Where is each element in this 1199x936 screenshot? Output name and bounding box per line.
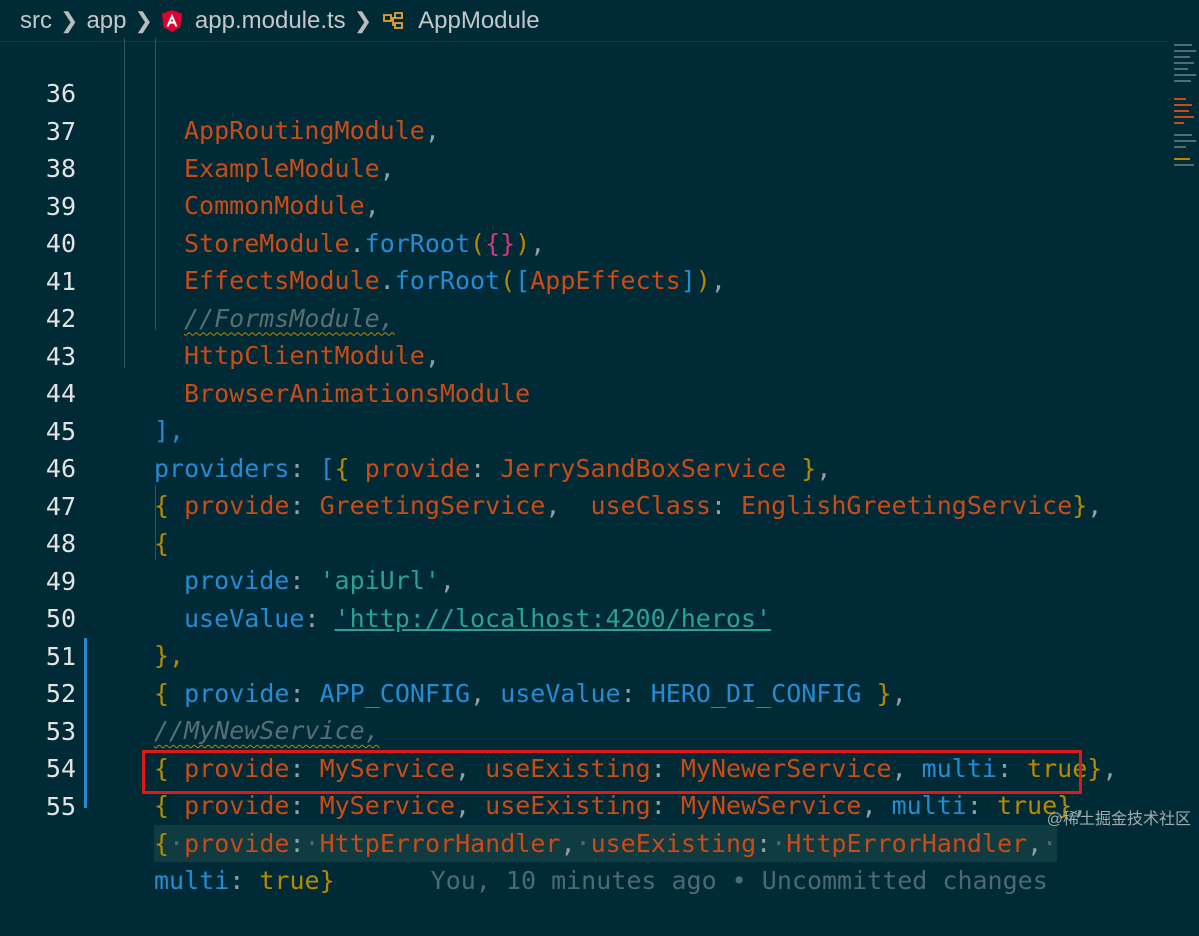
chevron-right-icon: ❯ xyxy=(134,7,153,33)
minimap-line xyxy=(1174,158,1190,160)
minimap-line xyxy=(1174,164,1194,166)
code-line: 44 ], xyxy=(0,338,1168,445)
breadcrumb-item-src[interactable]: src xyxy=(20,7,52,35)
highlight-box xyxy=(142,750,1082,794)
minimap-line xyxy=(1174,56,1190,58)
minimap-line xyxy=(1174,62,1194,64)
code-line: 38 CommonModule, xyxy=(0,113,1168,220)
chevron-right-icon: ❯ xyxy=(60,7,79,33)
code-line: 53 { provide: MyService, useExisting: My… xyxy=(0,676,1168,783)
code-line: 46 { provide: GreetingService, useClass:… xyxy=(0,413,1168,520)
breadcrumb-item-app[interactable]: app xyxy=(86,7,126,35)
code-line: 43 BrowserAnimationsModule xyxy=(0,301,1168,408)
code-line: 42 HttpClientModule, xyxy=(0,263,1168,370)
identifier: HttpErrorHandler xyxy=(786,828,1028,858)
watermark: @稀土掘金技术社区 xyxy=(1046,811,1191,828)
property-key: provide xyxy=(184,828,290,858)
code-line: 49 useValue: 'http://localhost:4200/hero… xyxy=(0,526,1168,633)
code-line: 54 { provide: MyService, useExisting: My… xyxy=(0,713,1168,820)
minimap-line xyxy=(1174,104,1192,106)
property-key: multi xyxy=(154,866,230,895)
code-line: 36 AppRoutingModule, xyxy=(0,38,1168,145)
code-line: 41 //FormsModule, xyxy=(0,226,1168,333)
code-line: 37 ExampleModule, xyxy=(0,76,1168,183)
minimap-line xyxy=(1174,80,1191,82)
minimap-line xyxy=(1174,116,1194,118)
code-line: 52 //MyNewService, xyxy=(0,638,1168,745)
property-key: useExisting xyxy=(590,828,757,858)
code-line: 39 StoreModule.forRoot({}), xyxy=(0,151,1168,258)
minimap[interactable] xyxy=(1168,38,1199,837)
angular-icon xyxy=(161,9,183,32)
minimap-line xyxy=(1174,68,1188,70)
boolean-literal: true xyxy=(259,866,320,895)
minimap-line xyxy=(1174,140,1196,142)
code-line: 45 providers: [{ provide: JerrySandBoxSe… xyxy=(0,376,1168,483)
minimap-line xyxy=(1174,74,1196,76)
breadcrumb: src ❯ app ❯ app.module.ts ❯ AppModule xyxy=(0,0,1199,42)
minimap-line xyxy=(1174,122,1184,124)
breadcrumb-item-symbol[interactable]: AppModule xyxy=(418,7,539,35)
minimap-line xyxy=(1174,110,1189,112)
code-line: 51 { provide: APP_CONFIG, useValue: HERO… xyxy=(0,601,1168,708)
git-blame-annotation: You, 10 minutes ago • Uncommitted change… xyxy=(430,866,1048,895)
minimap-line xyxy=(1174,134,1192,136)
minimap-line xyxy=(1174,50,1196,52)
class-symbol-icon xyxy=(383,11,404,29)
identifier: HttpErrorHandler xyxy=(319,828,561,858)
code-line: 48 provide: 'apiUrl', xyxy=(0,488,1168,595)
code-line: 47 { xyxy=(0,451,1168,558)
minimap-line xyxy=(1174,98,1186,100)
chevron-right-icon: ❯ xyxy=(353,7,373,33)
code-line: 50 }, xyxy=(0,563,1168,670)
code-editor[interactable]: 36 AppRoutingModule, 37 ExampleModule, 3… xyxy=(0,38,1168,895)
code-line: 40 EffectsModule.forRoot([AppEffects]), xyxy=(0,188,1168,295)
minimap-line xyxy=(1174,44,1192,46)
breadcrumb-item-file[interactable]: app.module.ts xyxy=(195,7,346,35)
minimap-line xyxy=(1174,146,1186,148)
